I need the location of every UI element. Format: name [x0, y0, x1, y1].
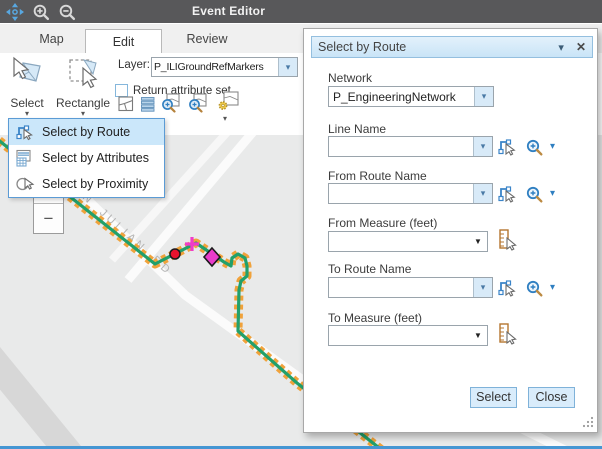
line-zoom-caret[interactable]: ▾ [550, 141, 555, 152]
select-tool-label: Select [4, 96, 50, 110]
to-measure-dropdown-arrow[interactable]: ▼ [469, 326, 487, 345]
select-tool-button[interactable]: Select ▾ [4, 56, 50, 117]
to-route-dropdown[interactable]: ▾ [328, 277, 493, 298]
select-features-icon[interactable] [118, 96, 134, 112]
layer-dropdown-arrow[interactable]: ▾ [278, 58, 297, 76]
line-name-label: Line Name [328, 122, 386, 136]
select-dropdown-caret[interactable]: ▾ [4, 110, 50, 117]
zoom-out-icon[interactable] [58, 3, 76, 21]
dialog-header[interactable]: Select by Route ▾ ✕ [311, 36, 593, 58]
red-point-marker [170, 249, 180, 259]
line-select-on-map-icon[interactable] [497, 137, 517, 157]
zoom-to-selection-icon[interactable] [160, 93, 182, 113]
selection-list-icon[interactable] [140, 96, 156, 112]
pan-to-selection-icon[interactable] [187, 93, 209, 113]
network-value[interactable] [329, 87, 474, 106]
network-dropdown[interactable]: ▾ [328, 86, 494, 107]
event-editor-window: N JULIAN RD + − Event Editor Map [0, 0, 602, 449]
from-route-zoom-icon[interactable] [526, 186, 543, 203]
line-name-value[interactable] [329, 137, 473, 156]
collapse-icon[interactable]: ▾ [558, 41, 564, 54]
select-button[interactable]: Select [470, 387, 517, 408]
network-label: Network [328, 71, 372, 85]
tab-edit[interactable]: Edit [85, 29, 162, 55]
from-measure-value[interactable] [329, 232, 469, 251]
pan-icon[interactable] [6, 3, 24, 21]
zoom-out-button[interactable]: − [34, 203, 63, 233]
tab-map[interactable]: Map [18, 24, 85, 54]
to-route-dropdown-arrow[interactable]: ▾ [473, 278, 492, 297]
menu-item-label: Select by Route [42, 125, 130, 139]
to-measure-value[interactable] [329, 326, 469, 345]
from-route-value[interactable] [329, 184, 473, 203]
select-by-route-dialog: Select by Route ▾ ✕ Network ▾ Line Name … [303, 28, 598, 433]
select-tool-menu: Select by Route Select by Attributes Sel… [8, 118, 165, 198]
select-by-route-icon [15, 123, 35, 141]
menu-item-label: Select by Attributes [42, 151, 149, 165]
selection-options-caret[interactable]: ▾ [223, 115, 227, 122]
selection-options-icon[interactable] [218, 91, 240, 111]
rectangle-tool-icon [66, 56, 100, 90]
to-route-zoom-icon[interactable] [526, 280, 543, 297]
rectangle-tool-button[interactable]: Rectangle ▾ [56, 56, 110, 117]
layer-dropdown-value[interactable] [152, 58, 278, 76]
from-measure-dropdown[interactable]: ▼ [328, 231, 488, 252]
from-route-zoom-caret[interactable]: ▾ [550, 188, 555, 199]
from-route-label: From Route Name [328, 169, 427, 183]
from-measure-dropdown-arrow[interactable]: ▼ [469, 232, 487, 251]
tab-review[interactable]: Review [162, 24, 252, 54]
from-measure-pick-icon[interactable] [498, 229, 517, 252]
layer-label: Layer: [118, 59, 150, 71]
road-wide [0, 350, 75, 449]
to-route-select-on-map-icon[interactable] [497, 278, 517, 298]
from-route-dropdown-arrow[interactable]: ▾ [473, 184, 492, 203]
select-tool-icon [10, 56, 44, 90]
menu-item-select-by-proximity[interactable]: Select by Proximity [9, 171, 164, 197]
select-by-attributes-icon [15, 149, 35, 167]
dialog-title: Select by Route [318, 40, 558, 54]
menu-item-select-by-route[interactable]: Select by Route [9, 119, 164, 145]
menu-item-select-by-attributes[interactable]: Select by Attributes [9, 145, 164, 171]
resize-grip[interactable] [582, 416, 594, 428]
to-route-value[interactable] [329, 278, 473, 297]
line-name-dropdown[interactable]: ▾ [328, 136, 493, 157]
from-route-select-on-map-icon[interactable] [497, 184, 517, 204]
titlebar: Event Editor [0, 0, 602, 23]
to-measure-dropdown[interactable]: ▼ [328, 325, 488, 346]
zoom-in-icon[interactable] [32, 3, 50, 21]
app-title: Event Editor [192, 4, 265, 18]
network-dropdown-arrow[interactable]: ▾ [474, 87, 493, 106]
line-zoom-icon[interactable] [526, 139, 543, 156]
from-measure-label: From Measure (feet) [328, 216, 437, 230]
to-route-zoom-caret[interactable]: ▾ [550, 282, 555, 293]
rectangle-dropdown-caret[interactable]: ▾ [56, 110, 110, 117]
from-route-dropdown[interactable]: ▾ [328, 183, 493, 204]
close-icon[interactable]: ✕ [576, 40, 586, 54]
to-measure-pick-icon[interactable] [498, 323, 517, 346]
layer-dropdown[interactable]: ▾ [151, 57, 298, 77]
rectangle-tool-label: Rectangle [56, 96, 110, 110]
close-button[interactable]: Close [528, 387, 575, 408]
to-route-label: To Route Name [328, 262, 411, 276]
to-measure-label: To Measure (feet) [328, 311, 422, 325]
select-by-proximity-icon [15, 175, 35, 193]
menu-item-label: Select by Proximity [42, 177, 148, 191]
line-name-dropdown-arrow[interactable]: ▾ [473, 137, 492, 156]
